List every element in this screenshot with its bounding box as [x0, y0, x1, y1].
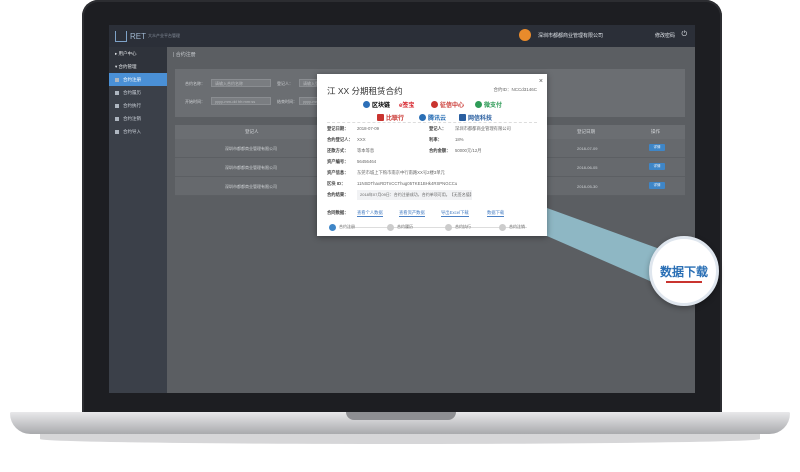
field-value: 2018-07-09 — [357, 126, 379, 131]
partner-name: 腾讯云 — [428, 116, 447, 122]
view-asset-data-link[interactable]: 查看资产数据 — [399, 210, 425, 217]
timeline-step[interactable]: 合约履历 — [387, 222, 413, 232]
field-label: 登记日期： — [327, 126, 349, 131]
view-personal-data-link[interactable]: 查看个人数据 — [357, 210, 383, 217]
timeline-step[interactable]: 合约注销 — [499, 222, 525, 232]
partner-logo: 区块链 — [363, 100, 390, 109]
timeline-step[interactable]: 合约执行 — [445, 222, 471, 232]
field-value: 等本等息 — [357, 148, 375, 153]
partner-name: 征信中心 — [440, 103, 465, 109]
contract-timeline: 合约注册 合约履历 合约执行 合约注销 — [327, 222, 537, 232]
partner-name: 微支付 — [484, 103, 503, 109]
credit-center-icon — [431, 101, 438, 108]
blockchain-icon — [363, 101, 370, 108]
callout-label: 数据下载 — [659, 265, 708, 279]
timeline-label: 合约注销 — [509, 224, 525, 229]
field-value: 56456464 — [357, 159, 377, 164]
field-label: 资产编号： — [327, 159, 349, 164]
partner-name: 比联行 — [386, 116, 405, 122]
field-label: 还款方式： — [327, 148, 349, 153]
field-value: 18% — [455, 137, 464, 142]
cloud-icon — [419, 114, 426, 121]
timeline-label: 合约注册 — [339, 224, 355, 229]
bank-icon — [377, 114, 384, 121]
result-note: 2018年07月09日：合约注册成功，合约单项可用。【无签名值】 — [357, 190, 474, 200]
field-value: 50000元/12月 — [455, 148, 482, 153]
data-download-link[interactable]: 数据下载 — [487, 210, 505, 217]
partner-name: 网信科技 — [468, 116, 493, 122]
contract-detail-modal: × 江 XX 分期租赁合约 合约ID：NCCd3146C 区块链 e签宝 征信中… — [317, 74, 547, 236]
links-label: 合同数据： — [327, 210, 349, 215]
partner-name: e签宝 — [399, 103, 415, 109]
field-value: 11NSDThaxRDTnCCThug05TKE1BHk4RSPNGCCu — [357, 181, 458, 186]
field-label: 合约登记人： — [327, 137, 353, 142]
partner-logo: 征信中心 — [431, 100, 464, 109]
field-value: XXX — [357, 137, 366, 142]
divider — [327, 122, 537, 123]
timeline-step[interactable]: 合约注册 — [329, 222, 355, 232]
close-icon[interactable]: × — [539, 78, 543, 85]
pay-icon — [475, 101, 482, 108]
field-label: 区块 ID： — [327, 181, 346, 186]
timeline-label: 合约执行 — [455, 224, 471, 229]
partner-logo: 网信科技 — [459, 113, 492, 122]
field-label: 合约金额： — [429, 148, 451, 153]
field-label: 合约结果： — [327, 192, 349, 197]
partner-logo: e签宝 — [399, 100, 414, 109]
tech-icon — [459, 114, 466, 121]
callout-bubble: 数据下载 — [649, 236, 719, 306]
cancel-icon — [499, 223, 506, 231]
check-icon — [329, 223, 336, 231]
contract-id: 合约ID：NCCd3146C — [493, 87, 537, 92]
field-value: 东莞市城上下购市南京中行南路XX号2楼3单元 — [357, 170, 445, 175]
field-value: 深圳市都都商业管理有限公司 — [455, 126, 511, 131]
partner-logo: 微支付 — [475, 100, 502, 109]
execute-icon — [445, 223, 452, 231]
timeline-label: 合约履历 — [397, 224, 413, 229]
partner-logo: 比联行 — [377, 113, 404, 122]
partner-logo: 腾讯云 — [419, 113, 446, 122]
field-label: 登记人： — [429, 126, 447, 131]
export-excel-link[interactable]: 导出Excel下载 — [441, 210, 469, 217]
modal-title: 江 XX 分期租赁合约 — [327, 86, 403, 96]
field-label: 利率： — [429, 137, 442, 142]
field-label: 资产信息： — [327, 170, 349, 175]
callout-underline — [666, 281, 702, 283]
partner-name: 区块链 — [372, 103, 391, 109]
share-icon — [387, 223, 394, 231]
